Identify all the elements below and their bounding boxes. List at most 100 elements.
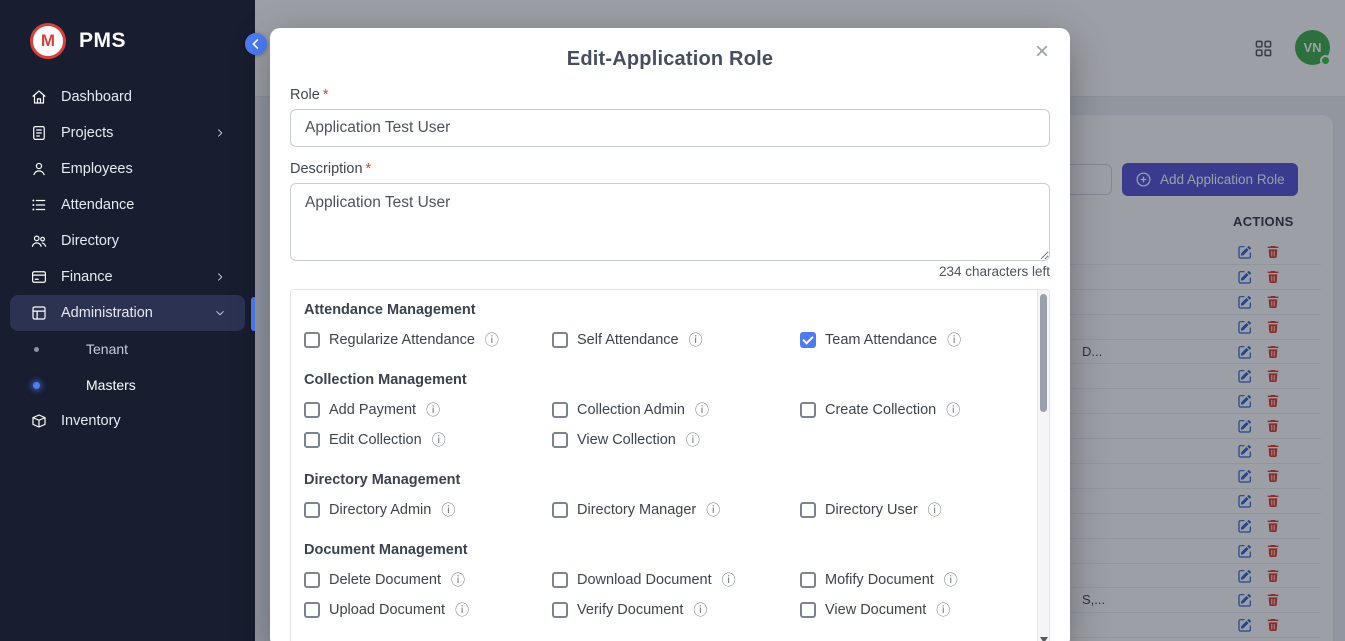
close-icon[interactable]: × xyxy=(1026,36,1058,68)
employees-icon xyxy=(30,160,48,178)
permission-self-attendance[interactable]: Self Attendance ⓘ xyxy=(552,332,800,348)
permission-view-document[interactable]: View Documentⓘ xyxy=(800,602,1019,618)
checkbox-icon[interactable] xyxy=(552,602,568,618)
sidebar-subitem-label: Tenant xyxy=(86,341,128,357)
attendance-icon xyxy=(30,196,48,214)
required-asterisk: * xyxy=(366,161,372,177)
info-icon[interactable]: ⓘ xyxy=(944,573,958,587)
info-icon[interactable]: ⓘ xyxy=(689,333,703,347)
info-icon[interactable]: ⓘ xyxy=(441,503,455,517)
checkbox-icon[interactable] xyxy=(552,332,568,348)
scroll-down-arrow-icon[interactable] xyxy=(1040,637,1048,641)
permission-section-title: Document Management xyxy=(304,542,1019,558)
info-icon[interactable]: ⓘ xyxy=(695,403,709,417)
checkbox-icon[interactable] xyxy=(800,402,816,418)
permission-label: Regularize Attendance xyxy=(329,332,475,348)
permission-sections: Attendance Management Regularize Attendan… xyxy=(291,290,1049,618)
checkbox-icon[interactable] xyxy=(304,332,320,348)
permission-section-title: Attendance Management xyxy=(304,302,1019,318)
permission-create-collection[interactable]: Create Collection ⓘ xyxy=(800,402,1019,418)
sidebar-collapse-button[interactable] xyxy=(245,33,267,55)
info-icon[interactable]: ⓘ xyxy=(928,503,942,517)
permissions-scroll-area: Attendance Management Regularize Attendan… xyxy=(290,289,1050,641)
permission-edit-collection[interactable]: Edit Collection ⓘ xyxy=(304,432,552,448)
checkbox-icon[interactable] xyxy=(304,502,320,518)
permission-section-collection-management: Collection ManagementAdd PaymentⓘCollect… xyxy=(304,372,1019,448)
permission-collection-admin[interactable]: Collection Adminⓘ xyxy=(552,402,800,418)
info-icon[interactable]: ⓘ xyxy=(706,503,720,517)
checkbox-icon[interactable] xyxy=(552,502,568,518)
permission-directory-manager[interactable]: Directory Managerⓘ xyxy=(552,502,800,518)
chevron-right-icon xyxy=(213,126,227,140)
permission-regularize-attendance[interactable]: Regularize Attendance ⓘ xyxy=(304,332,552,348)
permission-delete-document[interactable]: Delete Documentⓘ xyxy=(304,572,552,588)
sidebar-item-label: Inventory xyxy=(61,413,121,429)
info-icon[interactable]: ⓘ xyxy=(451,573,465,587)
sidebar-item-dashboard[interactable]: Dashboard xyxy=(10,79,245,115)
sidebar-subitem-label: Masters xyxy=(86,377,136,393)
info-icon[interactable]: ⓘ xyxy=(722,573,736,587)
checkbox-icon[interactable] xyxy=(800,572,816,588)
permission-label: Add Payment xyxy=(329,402,416,418)
permission-label: Verify Document xyxy=(577,602,683,618)
sidebar: M PMS DashboardProjectsEmployeesAttendan… xyxy=(0,0,255,641)
checkbox-icon[interactable] xyxy=(304,572,320,588)
info-icon[interactable]: ⓘ xyxy=(485,333,499,347)
permission-directory-user[interactable]: Directory Userⓘ xyxy=(800,502,1019,518)
permission-add-payment[interactable]: Add Payment ⓘ xyxy=(304,402,552,418)
sidebar-item-employees[interactable]: Employees xyxy=(10,151,245,187)
info-icon[interactable]: ⓘ xyxy=(432,433,446,447)
checkbox-icon[interactable] xyxy=(552,432,568,448)
sidebar-item-directory[interactable]: Directory xyxy=(10,223,245,259)
scrollbar-thumb[interactable] xyxy=(1040,294,1047,412)
description-label: Description* xyxy=(290,161,1050,177)
info-icon[interactable]: ⓘ xyxy=(686,433,700,447)
permission-upload-document[interactable]: Upload Documentⓘ xyxy=(304,602,552,618)
sidebar-item-projects[interactable]: Projects xyxy=(10,115,245,151)
permission-label: Team Attendance xyxy=(825,332,937,348)
checkbox-icon[interactable] xyxy=(304,432,320,448)
checkbox-icon[interactable] xyxy=(800,602,816,618)
description-textarea[interactable]: Application Test User xyxy=(290,183,1050,261)
sidebar-item-label: Employees xyxy=(61,161,133,177)
app-logo-icon: M xyxy=(30,23,66,59)
permission-label: Create Collection xyxy=(825,402,936,418)
sidebar-item-label: Projects xyxy=(61,125,113,141)
chevron-right-icon xyxy=(213,270,227,284)
projects-icon xyxy=(30,124,48,142)
permission-verify-document[interactable]: Verify Document ⓘ xyxy=(552,602,800,618)
info-icon[interactable]: ⓘ xyxy=(947,333,961,347)
sidebar-subitem-masters[interactable]: Masters xyxy=(0,367,255,403)
checkbox-icon[interactable] xyxy=(304,402,320,418)
sidebar-item-inventory[interactable]: Inventory xyxy=(10,403,245,439)
info-icon[interactable]: ⓘ xyxy=(946,403,960,417)
edit-application-role-dialog: Edit-Application Role × Role* Descriptio… xyxy=(270,28,1070,641)
sidebar-subitem-tenant[interactable]: Tenant xyxy=(0,331,255,367)
info-icon[interactable]: ⓘ xyxy=(693,603,707,617)
permission-view-collection[interactable]: View Collectionⓘ xyxy=(552,432,800,448)
info-icon[interactable]: ⓘ xyxy=(455,603,469,617)
sidebar-nav: Dashboard Projects Employees Attendance Dire… xyxy=(0,79,255,439)
checkbox-icon[interactable] xyxy=(552,572,568,588)
permission-label: Edit Collection xyxy=(329,432,422,448)
info-icon[interactable]: ⓘ xyxy=(936,603,950,617)
checkbox-icon[interactable] xyxy=(552,402,568,418)
sidebar-item-attendance[interactable]: Attendance xyxy=(10,187,245,223)
checkbox-icon[interactable] xyxy=(304,602,320,618)
permission-download-document[interactable]: Download Documentⓘ xyxy=(552,572,800,588)
permission-label: Self Attendance xyxy=(577,332,679,348)
checkbox-checked-icon[interactable] xyxy=(800,332,816,348)
permission-directory-admin[interactable]: Directory Admin ⓘ xyxy=(304,502,552,518)
checkbox-icon[interactable] xyxy=(800,502,816,518)
permission-team-attendance[interactable]: Team Attendance ⓘ xyxy=(800,332,1019,348)
sidebar-item-label: Directory xyxy=(61,233,119,249)
role-input[interactable] xyxy=(290,109,1050,147)
permission-label: Directory Admin xyxy=(329,502,431,518)
permission-mofify-document[interactable]: Mofify Documentⓘ xyxy=(800,572,1019,588)
administration-icon xyxy=(30,304,48,322)
sidebar-item-finance[interactable]: Finance xyxy=(10,259,245,295)
sidebar-item-administration[interactable]: Administration xyxy=(10,295,245,331)
scrollbar-track[interactable] xyxy=(1037,290,1049,641)
info-icon[interactable]: ⓘ xyxy=(426,403,440,417)
permission-section-document-management: Document Management Delete DocumentⓘDownl… xyxy=(304,542,1019,618)
